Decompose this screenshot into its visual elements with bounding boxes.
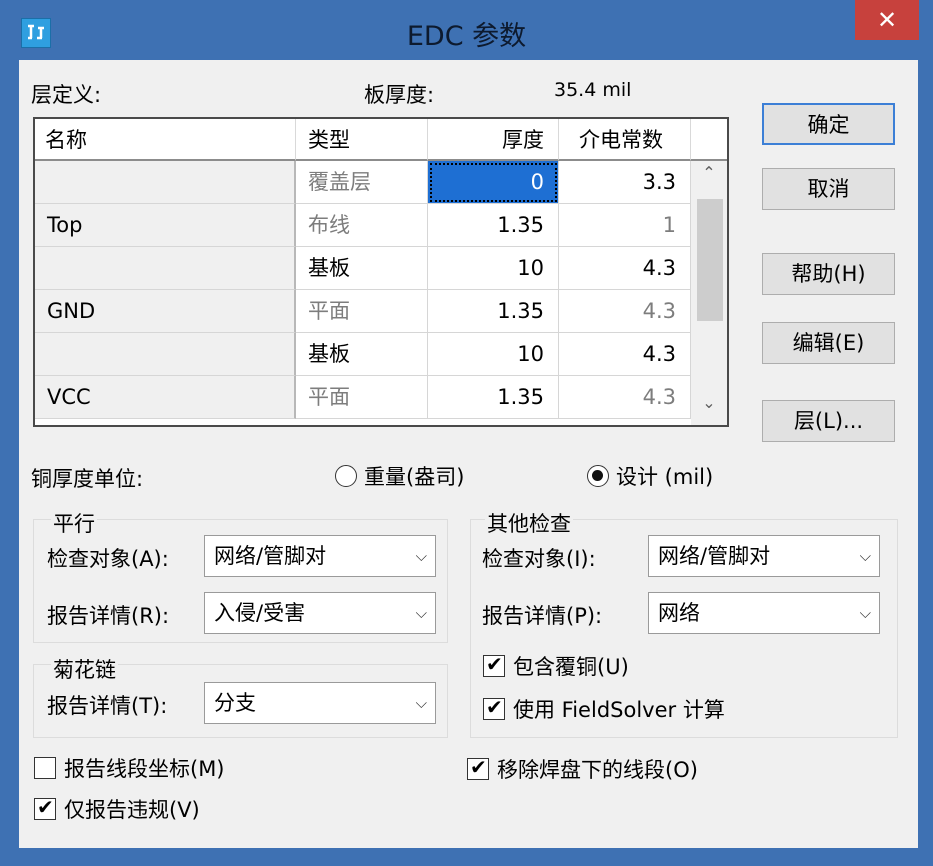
other-check-object-combo[interactable]: 网络/管脚对 ⌵	[648, 535, 880, 577]
cell-name[interactable]: GND	[35, 290, 296, 333]
board-thickness-value: 35.4 mil	[554, 79, 632, 101]
combo-value: 网络	[658, 601, 700, 625]
parallel-group-title: 平行	[51, 508, 97, 538]
column-header-spacer	[691, 119, 727, 161]
parallel-report-detail-label: 报告详情(R):	[47, 604, 170, 628]
report-violations-only-checkbox[interactable]: ✔	[34, 795, 56, 820]
cell-dielectric[interactable]: 4.3	[559, 290, 691, 333]
chevron-down-icon: ⌵	[415, 547, 427, 565]
radio-design-mil[interactable]	[587, 465, 609, 487]
chevron-down-icon: ⌵	[415, 694, 427, 712]
cell-thickness[interactable]: 1.35	[428, 290, 559, 333]
daisy-report-detail-label: 报告详情(T):	[47, 694, 168, 718]
cell-thickness[interactable]: 1.35	[428, 376, 559, 419]
layers-button[interactable]: 层(L)...	[762, 400, 895, 442]
cell-thickness[interactable]: 0	[428, 161, 559, 204]
radio-selected-dot	[592, 470, 603, 481]
cell-thickness[interactable]: 10	[428, 333, 559, 376]
radio-design-mil-label[interactable]: 设计 (mil)	[616, 461, 713, 491]
other-checks-group-title: 其他检查	[485, 508, 573, 538]
cell-type[interactable]: 平面	[296, 376, 428, 419]
report-segment-coords-label[interactable]: 报告线段坐标(M)	[64, 753, 225, 783]
combo-value: 分支	[214, 691, 256, 715]
radio-weight-oz[interactable]	[335, 465, 357, 487]
cell-name[interactable]: Top	[35, 204, 296, 247]
help-button[interactable]: 帮助(H)	[762, 253, 895, 295]
table-vertical-scrollbar[interactable]: ⌃ ⌄	[691, 161, 727, 425]
daisy-report-detail-combo[interactable]: 分支 ⌵	[204, 682, 436, 724]
ok-button[interactable]: 确定	[762, 103, 895, 145]
chevron-down-icon: ⌵	[859, 547, 871, 565]
dialog-body: 层定义: 板厚度: 35.4 mil 名称 类型 厚度 介电常数 覆盖层 0 3.3…	[19, 60, 918, 848]
other-report-detail-combo[interactable]: 网络 ⌵	[648, 592, 880, 634]
chevron-down-icon: ⌵	[859, 604, 871, 622]
radio-weight-oz-label[interactable]: 重量(盎司)	[364, 461, 464, 491]
cell-name[interactable]: VCC	[35, 376, 296, 419]
column-header-thickness[interactable]: 厚度	[428, 119, 559, 161]
scrollbar-thumb[interactable]	[697, 199, 723, 321]
edit-button[interactable]: 编辑(E)	[762, 322, 895, 364]
edc-dialog-window: EDC 参数 ✕ 层定义: 板厚度: 35.4 mil 名称 类型 厚度 介电常…	[0, 0, 933, 866]
report-violations-only-label[interactable]: 仅报告违规(V)	[64, 794, 200, 824]
window-title: EDC 参数	[406, 21, 527, 52]
cell-dielectric[interactable]: 1	[559, 204, 691, 247]
combo-value: 网络/管脚对	[214, 544, 327, 568]
cancel-button[interactable]: 取消	[762, 168, 895, 210]
cell-thickness[interactable]: 10	[428, 247, 559, 290]
cell-name[interactable]	[35, 161, 296, 204]
column-header-type[interactable]: 类型	[296, 119, 428, 161]
layer-table[interactable]: 名称 类型 厚度 介电常数 覆盖层 0 3.3 Top 布线 1.35 1 基板 10 4.3 GN…	[33, 117, 729, 427]
cell-name[interactable]	[35, 247, 296, 290]
column-header-name[interactable]: 名称	[35, 119, 296, 161]
close-button[interactable]: ✕	[855, 0, 919, 40]
checkmark-icon: ✔	[486, 695, 503, 719]
scroll-up-arrow-icon[interactable]: ⌃	[691, 163, 727, 182]
cell-type[interactable]: 基板	[296, 333, 428, 376]
other-check-object-label: 检查对象(I):	[482, 547, 596, 571]
cell-type[interactable]: 基板	[296, 247, 428, 290]
remove-pad-segments-label[interactable]: 移除焊盘下的线段(O)	[497, 754, 698, 784]
copper-unit-label: 铜厚度单位:	[31, 467, 144, 491]
remove-pad-segments-checkbox[interactable]: ✔	[467, 755, 489, 780]
chevron-down-icon: ⌵	[415, 604, 427, 622]
cell-dielectric[interactable]: 4.3	[559, 376, 691, 419]
cell-type[interactable]: 覆盖层	[296, 161, 428, 204]
cell-type[interactable]: 平面	[296, 290, 428, 333]
cell-type[interactable]: 布线	[296, 204, 428, 247]
parallel-check-object-combo[interactable]: 网络/管脚对 ⌵	[204, 535, 436, 577]
use-fieldsolver-label[interactable]: 使用 FieldSolver 计算	[513, 694, 725, 724]
report-segment-coords-checkbox[interactable]	[34, 757, 56, 779]
scroll-down-arrow-icon[interactable]: ⌄	[691, 393, 727, 412]
cell-thickness[interactable]: 1.35	[428, 204, 559, 247]
cell-dielectric[interactable]: 4.3	[559, 333, 691, 376]
other-report-detail-label: 报告详情(P):	[482, 604, 603, 628]
checkmark-icon: ✔	[486, 652, 503, 676]
layer-definition-label: 层定义:	[31, 83, 102, 107]
include-copper-label[interactable]: 包含覆铜(U)	[513, 651, 629, 681]
include-copper-checkbox[interactable]: ✔	[483, 652, 505, 677]
checkmark-icon: ✔	[470, 755, 487, 779]
cell-name[interactable]	[35, 333, 296, 376]
daisy-chain-group-title: 菊花链	[51, 654, 118, 684]
parallel-check-object-label: 检查对象(A):	[47, 547, 169, 571]
cell-dielectric[interactable]: 3.3	[559, 161, 691, 204]
checkmark-icon: ✔	[37, 795, 54, 819]
parallel-report-detail-combo[interactable]: 入侵/受害 ⌵	[204, 592, 436, 634]
cell-dielectric[interactable]: 4.3	[559, 247, 691, 290]
use-fieldsolver-checkbox[interactable]: ✔	[483, 695, 505, 720]
board-thickness-label: 板厚度:	[364, 83, 435, 107]
column-header-dielectric[interactable]: 介电常数	[559, 119, 691, 161]
combo-value: 网络/管脚对	[658, 544, 771, 568]
title-bar[interactable]: EDC 参数 ✕	[0, 0, 933, 60]
combo-value: 入侵/受害	[214, 601, 306, 625]
